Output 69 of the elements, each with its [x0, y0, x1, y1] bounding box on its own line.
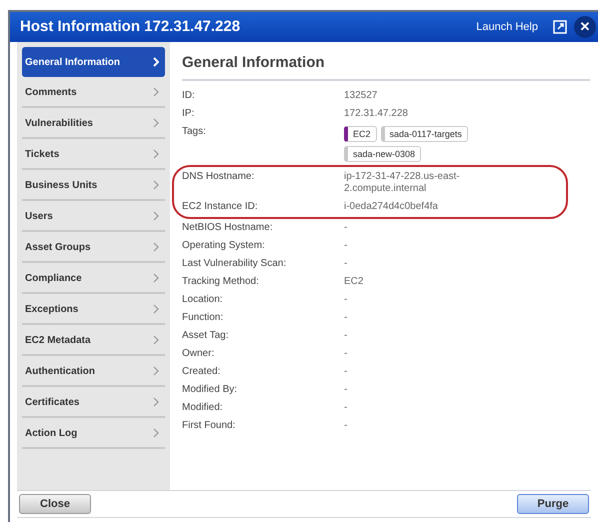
field-value: -: [344, 402, 348, 414]
sidebar-item[interactable]: Action Log: [22, 419, 165, 449]
tag: sada-0117-targets: [380, 126, 468, 142]
field-value: -: [344, 348, 348, 360]
field-value: -: [344, 258, 348, 270]
field-value: ip-172-31-47-228.us-east-2.compute.internal: [344, 170, 461, 194]
chevron-icon: [153, 57, 159, 67]
chevron-icon: [153, 149, 159, 159]
field-value: -: [344, 366, 348, 378]
sidebar-item[interactable]: General Information: [22, 47, 165, 77]
sidebar-item[interactable]: Asset Groups: [22, 233, 165, 263]
field-value: i-0eda274d4c0bef4fa: [344, 200, 439, 212]
chevron-icon: [153, 335, 159, 345]
field-label: NetBIOS Hostname:: [182, 222, 274, 234]
chevron-icon: [153, 87, 159, 97]
field-label: Tags:: [182, 126, 207, 138]
sidebar-item[interactable]: Tickets: [22, 140, 165, 170]
chevron-icon: [153, 180, 159, 190]
field-label: Tracking Method:: [182, 276, 260, 288]
chevron-icon: [153, 211, 159, 221]
field-value: 132527: [344, 90, 378, 102]
field-label: DNS Hostname:: [182, 170, 256, 184]
sidebar-item[interactable]: Business Units: [22, 171, 165, 201]
field-value: -: [344, 222, 348, 234]
field-value: -: [344, 330, 348, 342]
window-title: Host Information 172.31.47.228: [20, 16, 240, 37]
section-title: General Information: [182, 52, 590, 80]
tag: EC2: [344, 126, 377, 142]
field-value: 172.31.47.228: [344, 108, 409, 120]
sidebar-item[interactable]: Certificates: [22, 388, 165, 418]
help-link[interactable]: Launch Help: [476, 18, 538, 36]
chevron-icon: [153, 304, 159, 314]
chevron-icon: [153, 273, 159, 283]
field-value: -: [344, 294, 348, 306]
field-label: Created:: [182, 366, 222, 378]
sidebar-item[interactable]: Exceptions: [22, 295, 165, 325]
close-button[interactable]: ✕: [574, 16, 596, 38]
field-label: ID:: [182, 90, 196, 102]
sidebar-item[interactable]: Compliance: [22, 264, 165, 294]
button[interactable]: Purge: [517, 494, 589, 514]
chevron-icon: [153, 118, 159, 128]
field-value: -: [344, 312, 348, 324]
field-label: Modified By:: [182, 384, 238, 396]
sidebar-item[interactable]: Users: [22, 202, 165, 232]
sidebar-item[interactable]: Comments: [22, 78, 165, 108]
field-label: First Found:: [182, 420, 236, 432]
field-label: Operating System:: [182, 240, 266, 252]
field-label: Owner:: [182, 348, 216, 360]
field-value: EC2: [344, 276, 364, 288]
sidebar-item[interactable]: Authentication: [22, 357, 165, 387]
field-label: Location:: [182, 294, 224, 306]
field-label: Modified:: [182, 402, 224, 414]
field-label: Asset Tag:: [182, 330, 230, 342]
field-value: -: [344, 420, 348, 432]
tag: sada-new-0308: [344, 146, 422, 162]
button[interactable]: Close: [19, 494, 91, 514]
sidebar-item[interactable]: Vulnerabilities: [22, 109, 165, 139]
chevron-icon: [153, 428, 159, 438]
field-label: Last Vulnerability Scan:: [182, 258, 288, 270]
chevron-icon: [153, 397, 159, 407]
field-label: Function:: [182, 312, 224, 324]
field-value: -: [344, 384, 348, 396]
chevron-icon: [153, 366, 159, 376]
field-value: -: [344, 240, 348, 252]
popout-icon[interactable]: [552, 19, 568, 35]
sidebar-item[interactable]: EC2 Metadata: [22, 326, 165, 356]
chevron-icon: [153, 242, 159, 252]
field-label: EC2 Instance ID:: [182, 200, 259, 212]
field-label: IP:: [182, 108, 196, 120]
